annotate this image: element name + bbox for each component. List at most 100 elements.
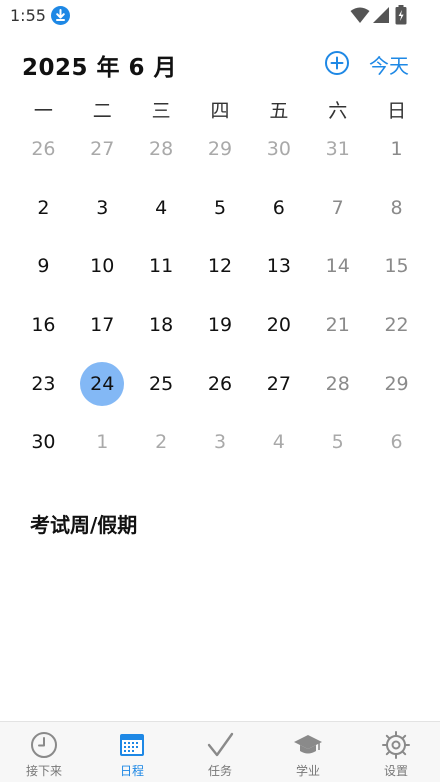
calendar-day-number: 4	[155, 196, 168, 219]
nav-item-academics[interactable]: 学业	[264, 722, 352, 782]
check-icon	[207, 732, 234, 757]
calendar-day[interactable]: 31	[308, 120, 367, 179]
calendar-day-number: 13	[266, 255, 291, 278]
calendar-day-number: 25	[149, 372, 174, 395]
calendar-day-number: 30	[266, 138, 291, 161]
calendar-day[interactable]: 5	[308, 413, 367, 472]
calendar-day[interactable]: 20	[249, 296, 308, 355]
calendar-day-number: 18	[149, 314, 174, 337]
calendar-day-number: 31	[325, 138, 350, 161]
nav-label: 设置	[383, 764, 408, 778]
weekday-header: 一 二 三 四 五 六 日	[14, 96, 426, 122]
calendar-day[interactable]: 16	[14, 296, 73, 355]
calendar-day-number: 14	[325, 255, 350, 278]
calendar-day-number: 2	[155, 431, 168, 454]
calendar-day-number: 5	[213, 196, 227, 219]
calendar-day[interactable]: 10	[73, 237, 132, 296]
status-bar: 1:55	[0, 0, 440, 32]
calendar-day[interactable]: 22	[367, 296, 426, 355]
calendar-day-number: 1	[96, 431, 109, 454]
calendar-day[interactable]: 29	[191, 120, 250, 179]
calendar-day[interactable]: 4	[249, 413, 308, 472]
calendar-day[interactable]: 5	[191, 179, 250, 238]
calendar-day[interactable]: 26	[14, 120, 73, 179]
calendar-day-number: 3	[96, 196, 109, 219]
calendar-day[interactable]: 21	[308, 296, 367, 355]
nav-label: 任务	[207, 764, 232, 778]
calendar-day[interactable]: 4	[132, 179, 191, 238]
add-event-button[interactable]	[324, 50, 350, 76]
calendar-day[interactable]: 13	[249, 237, 308, 296]
calendar-day-number: 5	[331, 431, 344, 454]
weekday-label: 一	[33, 100, 53, 122]
calendar-day[interactable]: 12	[191, 237, 250, 296]
calendar-day-number: 2	[37, 196, 50, 219]
calendar-day[interactable]: 27	[249, 354, 308, 413]
calendar-day-selected[interactable]: 24	[73, 354, 132, 413]
calendar-day-number: 24	[90, 372, 115, 395]
calendar-day[interactable]: 14	[308, 237, 367, 296]
calendar-day[interactable]: 17	[73, 296, 132, 355]
weekday-label: 三	[151, 100, 171, 122]
calendar-day[interactable]: 3	[73, 179, 132, 238]
calendar-day-number: 27	[266, 372, 291, 395]
calendar-day[interactable]: 6	[249, 179, 308, 238]
calendar-day[interactable]: 15	[367, 237, 426, 296]
calendar-day[interactable]: 8	[367, 179, 426, 238]
calendar-day[interactable]: 28	[132, 120, 191, 179]
calendar-day[interactable]: 19	[191, 296, 250, 355]
nav-label: 接下来	[25, 764, 62, 778]
weekday-label: 六	[328, 100, 348, 122]
calendar-day-number: 28	[325, 372, 350, 395]
calendar-day[interactable]: 30	[249, 120, 308, 179]
calendar-day-number: 6	[390, 431, 403, 454]
calendar-day[interactable]: 11	[132, 237, 191, 296]
graduation-cap-icon	[294, 735, 322, 754]
nav-item-settings[interactable]: 设置	[352, 722, 440, 782]
calendar-day[interactable]: 27	[73, 120, 132, 179]
calendar-day[interactable]: 23	[14, 354, 73, 413]
calendar-day[interactable]: 18	[132, 296, 191, 355]
nav-item-upcoming[interactable]: 接下来	[0, 722, 88, 782]
nav-item-schedule[interactable]: 日程	[88, 722, 176, 782]
calendar-day[interactable]: 2	[14, 179, 73, 238]
calendar-day-number: 11	[149, 255, 174, 278]
calendar-day[interactable]: 29	[367, 354, 426, 413]
calendar-day-number: 21	[325, 314, 350, 337]
calendar-icon	[120, 734, 144, 756]
calendar-day-number: 9	[37, 255, 50, 278]
calendar-day-number: 20	[266, 314, 291, 337]
calendar-day[interactable]: 3	[191, 413, 250, 472]
calendar-day[interactable]: 30	[14, 413, 73, 472]
calendar-day[interactable]: 25	[132, 354, 191, 413]
nav-label: 日程	[119, 764, 144, 778]
exam-holiday-section-title: 考试周/假期	[30, 513, 138, 537]
calendar-day-number: 30	[31, 431, 56, 454]
calendar-day-number: 4	[272, 431, 285, 454]
gear-icon	[382, 731, 410, 759]
today-button[interactable]: 今天	[369, 50, 409, 79]
calendar-day[interactable]: 1	[367, 120, 426, 179]
calendar-day[interactable]: 6	[367, 413, 426, 472]
calendar-day[interactable]: 1	[73, 413, 132, 472]
calendar-day-number: 19	[207, 314, 233, 337]
weekday-label: 二	[92, 100, 112, 122]
nav-item-tasks[interactable]: 任务	[176, 722, 264, 782]
calendar-day[interactable]: 7	[308, 179, 367, 238]
month-title: 2025 年 6 月	[22, 55, 178, 81]
nav-label: 学业	[295, 764, 320, 778]
weekday-label: 日	[387, 100, 407, 122]
calendar-day[interactable]: 2	[132, 413, 191, 472]
calendar-day-number: 27	[90, 138, 115, 161]
calendar-day-number: 17	[90, 314, 115, 337]
calendar-day[interactable]: 9	[14, 237, 73, 296]
calendar-day-number: 26	[207, 372, 233, 395]
calendar-day[interactable]: 26	[191, 354, 250, 413]
download-icon	[51, 6, 70, 25]
calendar-day-number: 12	[207, 255, 233, 278]
calendar-day[interactable]: 28	[308, 354, 367, 413]
calendar-day-number: 29	[384, 372, 409, 395]
signal-icon	[372, 6, 390, 28]
calendar-grid: 26 27 28 29 30 31 1 2 3 4 5 6 7 8 9 10 11 12 13 14 15 16 17 18 1…	[14, 120, 426, 472]
wifi-icon	[350, 6, 370, 28]
